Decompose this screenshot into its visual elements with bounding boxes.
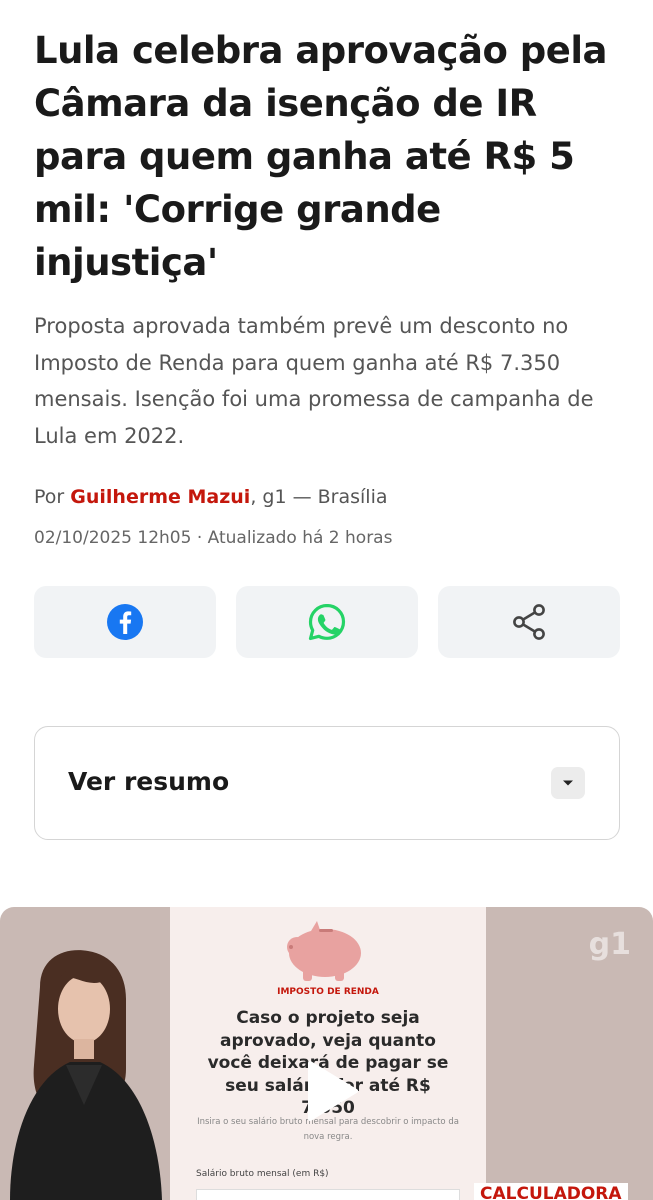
summary-label: Ver resumo <box>68 767 230 796</box>
share-facebook-button[interactable] <box>34 586 216 658</box>
facebook-icon <box>107 604 143 640</box>
article-subtitle: Proposta aprovada também prevê um descon… <box>34 314 594 448</box>
video-card-tag: IMPOSTO DE RENDA <box>277 987 379 997</box>
calculator-label: CALCULADORA <box>474 1183 628 1200</box>
play-icon[interactable] <box>304 1059 360 1123</box>
byline-prefix: Por <box>34 486 71 508</box>
article-dateline: 02/10/2025 12h05 · Atualizado há 2 horas <box>34 528 393 548</box>
article-headline: Lula celebra aprovação pela Câmara da is… <box>34 29 607 284</box>
g1-watermark: g1 <box>588 927 631 962</box>
piggy-bank-icon <box>287 921 361 981</box>
whatsapp-icon <box>308 603 346 641</box>
video-field-input <box>196 1189 460 1200</box>
caret-down-icon <box>563 780 573 786</box>
video-player[interactable]: g1 IMPOSTO DE RENDA Caso o projeto seja … <box>0 907 653 1200</box>
video-field-label: Salário bruto mensal (em R$) <box>196 1169 329 1179</box>
share-whatsapp-button[interactable] <box>236 586 418 658</box>
byline-source: , g1 — Brasília <box>250 486 388 508</box>
share-icon <box>513 604 545 640</box>
presenter-figure <box>10 950 162 1200</box>
byline: Por Guilherme Mazui, g1 — Brasília <box>34 486 388 508</box>
author-link[interactable]: Guilherme Mazui <box>70 486 250 508</box>
summary-accordion[interactable]: Ver resumo <box>34 726 620 840</box>
summary-expand-button[interactable] <box>551 767 585 799</box>
share-more-button[interactable] <box>438 586 620 658</box>
